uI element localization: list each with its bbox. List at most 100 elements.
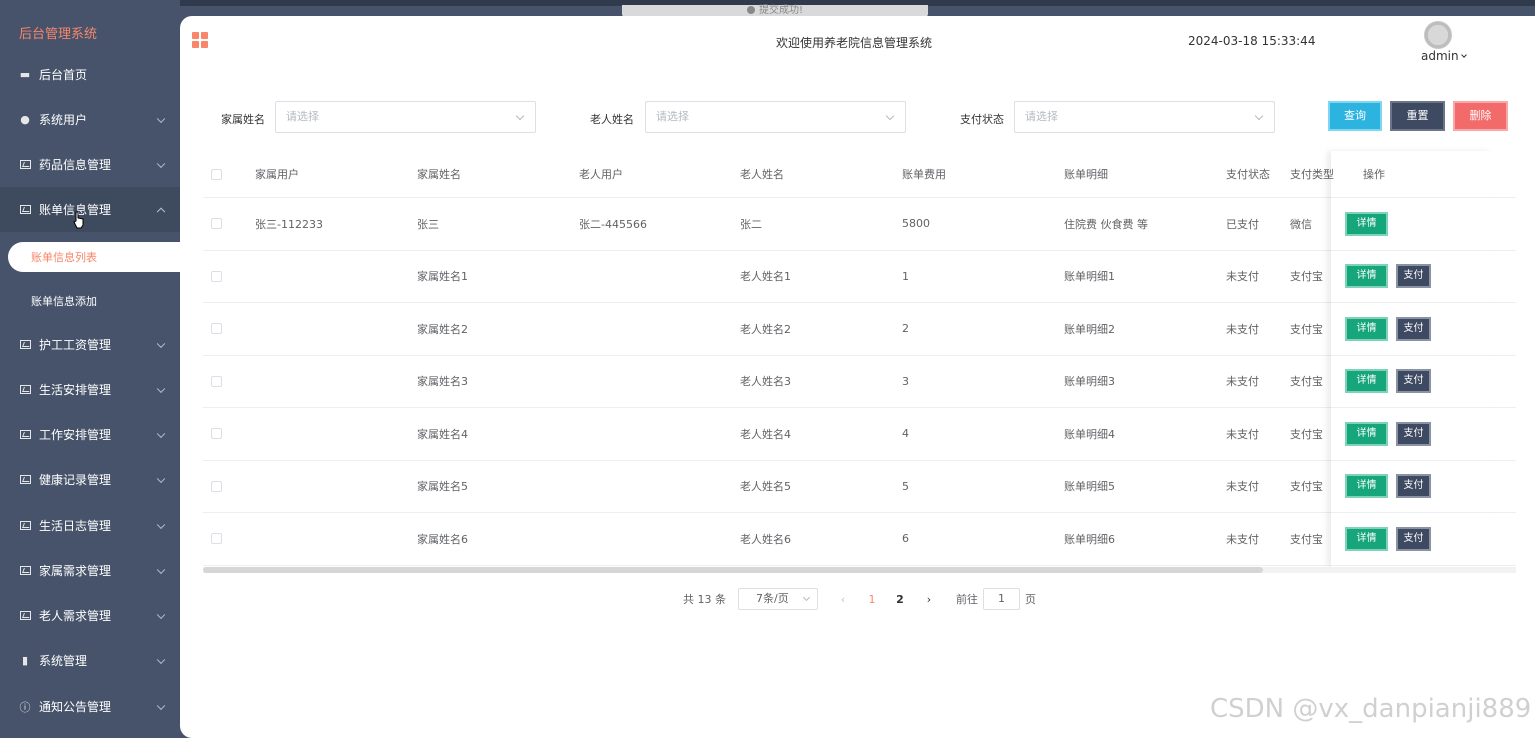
sidebar-item-health-record[interactable]: 健康记录管理 [0,457,180,502]
table-row: 家属姓名1 老人姓名1 1 账单明细1 未支付 支付宝 详情 支付 [203,251,1516,303]
cell-family-name: 张三 [417,217,439,231]
cell-status: 已支付 [1226,217,1259,231]
row-actions: 详情 支付 [1345,356,1439,408]
sidebar-item-label: 健康记录管理 [39,473,112,487]
col-elder-user: 老人用户 [579,168,623,181]
pay-button[interactable]: 支付 [1396,474,1431,499]
sidebar-item-life-schedule[interactable]: 生活安排管理 [0,367,180,412]
cell-type: 支付宝 [1290,480,1323,494]
row-checkbox[interactable] [211,533,222,545]
detail-button[interactable]: 详情 [1345,264,1388,289]
bar-chart-icon: ▮ [21,654,29,667]
col-fee: 账单费用 [902,168,946,181]
sidebar-item-home[interactable]: ▬ 后台首页 [0,52,180,97]
query-button[interactable]: 查询 [1328,101,1382,131]
cell-fee: 5 [902,479,909,493]
row-checkbox[interactable] [211,375,222,387]
sidebar-item-label: 工作安排管理 [39,428,112,442]
sidebar-item-elder-demand[interactable]: 老人需求管理 [0,593,180,638]
row-actions: 详情 支付 [1345,408,1439,460]
pay-button[interactable]: 支付 [1396,421,1431,446]
pay-button[interactable]: 支付 [1396,264,1431,289]
row-checkbox[interactable] [211,270,222,282]
page-2[interactable]: 2 [886,593,914,606]
goto-page-input[interactable]: 1 [983,588,1020,610]
sidebar-subitem-bill-list[interactable]: 账单信息列表 [8,242,180,272]
page-size-select[interactable]: 7条/页 [738,588,818,610]
cell-detail: 账单明细6 [1064,532,1115,546]
sidebar-subitem-bill-add[interactable]: 账单信息添加 [8,286,180,316]
chevron-down-icon [885,111,895,121]
pagination-total: 共 13 条 [683,593,726,606]
detail-button[interactable]: 详情 [1345,316,1388,341]
cell-elder-name: 老人姓名6 [740,532,791,546]
avatar[interactable] [1424,21,1452,49]
menu-grid-icon[interactable] [192,32,208,48]
sidebar-item-label: 系统用户 [39,113,88,127]
chart-icon [19,565,31,577]
select-all-checkbox[interactable] [211,168,222,180]
cell-status: 未支付 [1226,270,1259,284]
detail-button[interactable]: 详情 [1345,526,1388,551]
sidebar-item-system-settings[interactable]: ▮ 系统管理 [0,638,180,683]
user-dropdown[interactable]: admin [1421,49,1467,63]
goto-suffix: 页 [1025,593,1036,606]
family-name-select[interactable]: 请选择 [275,101,536,133]
sidebar-item-bill[interactable]: 账单信息管理 [0,187,180,232]
elder-name-select[interactable]: 请选择 [645,101,906,133]
row-actions: 详情 支付 [1345,461,1439,513]
sidebar-item-family-demand[interactable]: 家属需求管理 [0,548,180,593]
cell-elder-user: 张二-445566 [579,217,647,231]
horizontal-scrollbar[interactable] [203,567,1516,573]
sidebar-item-medicine[interactable]: 药品信息管理 [0,142,180,187]
welcome-text: 欢迎使用养老院信息管理系统 [776,36,933,50]
sidebar-item-label: 家属需求管理 [39,564,112,578]
sidebar-item-label: 老人需求管理 [39,609,112,623]
row-checkbox[interactable] [211,428,222,440]
chevron-down-icon [156,384,166,393]
sidebar-item-nurse-salary[interactable]: 护工工资管理 [0,322,180,367]
cell-elder-name: 老人姓名4 [740,427,791,441]
row-checkbox[interactable] [211,480,222,492]
delete-button[interactable]: 删除 [1453,101,1508,131]
reset-button[interactable]: 重置 [1390,101,1445,131]
cell-detail: 账单明细3 [1064,375,1115,389]
sidebar-item-system-users[interactable]: ● 系统用户 [0,97,180,142]
cell-fee: 1 [902,269,909,283]
row-actions: 详情 支付 [1345,251,1439,303]
prev-page-icon[interactable]: ‹ [828,593,858,606]
detail-button[interactable]: 详情 [1345,211,1388,236]
chevron-down-icon [802,593,811,602]
row-checkbox[interactable] [211,218,222,230]
pointer-cursor-icon [73,211,84,229]
pay-button[interactable]: 支付 [1396,526,1431,551]
page-1[interactable]: 1 [858,593,886,606]
cell-fee: 2 [902,322,909,336]
chart-icon [19,610,31,622]
sidebar-item-label: 通知公告管理 [39,700,112,714]
detail-button[interactable]: 详情 [1345,474,1388,499]
detail-button[interactable]: 详情 [1345,369,1388,394]
info-icon: ⓘ [19,700,31,714]
chart-icon [19,520,31,532]
pay-button[interactable]: 支付 [1396,369,1431,394]
pay-button[interactable]: 支付 [1396,316,1431,341]
cell-fee: 3 [902,374,909,388]
sidebar-item-work-schedule[interactable]: 工作安排管理 [0,412,180,457]
scrollbar-thumb[interactable] [203,567,1263,573]
bill-table: 家属用户 家属姓名 老人用户 老人姓名 账单费用 账单明细 支付状态 支付类型 … [203,151,1516,566]
pay-status-select[interactable]: 请选择 [1014,101,1275,133]
chevron-down-icon [156,655,166,664]
col-status: 支付状态 [1226,168,1270,181]
table-row: 张三-112233 张三 张二-445566 张二 5800 住院费 伙食费 等 已支付 微信… [203,198,1516,251]
pay-status-placeholder: 请选择 [1025,110,1058,123]
sidebar-item-life-log[interactable]: 生活日志管理 [0,503,180,548]
username: admin [1421,49,1459,63]
cell-elder-name: 老人姓名3 [740,375,791,389]
sidebar-item-notice[interactable]: ⓘ 通知公告管理 [0,684,180,729]
next-page-icon[interactable]: › [914,593,944,606]
detail-button[interactable]: 详情 [1345,421,1388,446]
monitor-icon: ▬ [19,68,31,81]
row-checkbox[interactable] [211,323,222,335]
col-detail: 账单明细 [1064,168,1108,181]
